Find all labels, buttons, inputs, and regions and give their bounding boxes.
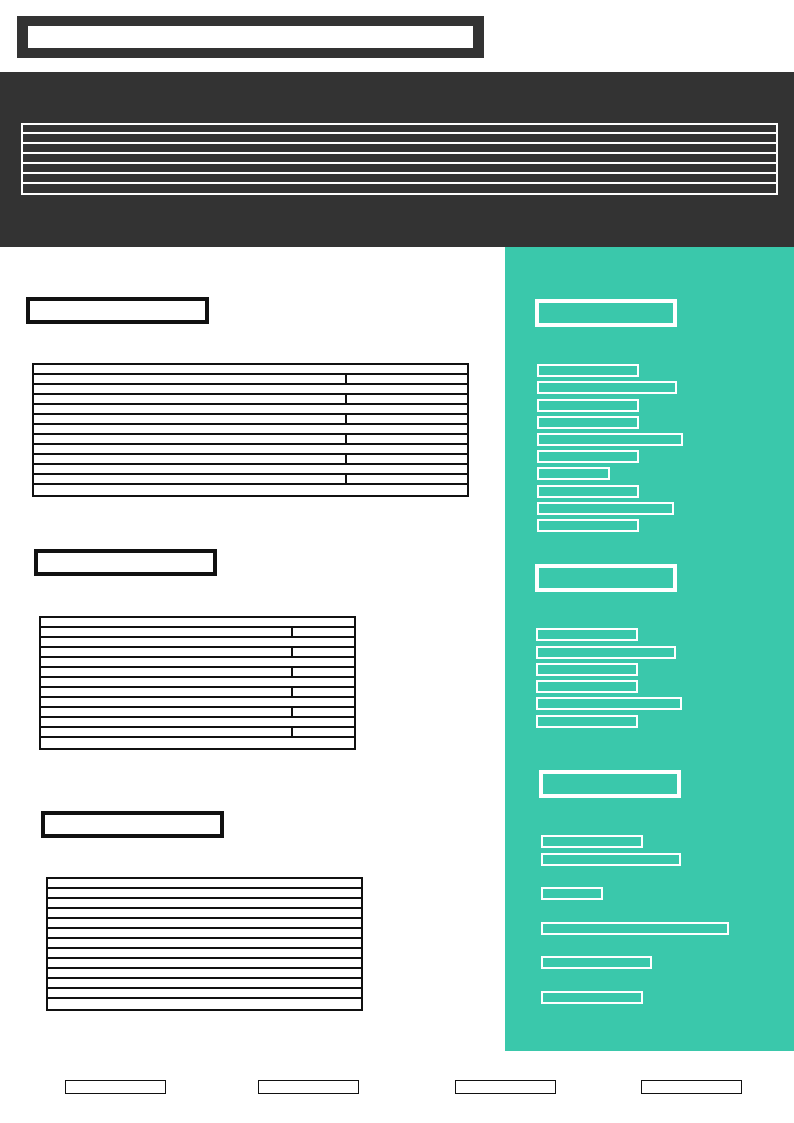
- sidebar-list-item: [537, 399, 639, 412]
- list-item: [32, 483, 469, 497]
- sidebar-list-item: [537, 416, 639, 429]
- section-heading-1: [26, 297, 209, 324]
- section-3-rows: [46, 877, 363, 1011]
- list-item: [32, 433, 469, 445]
- column-divider: [291, 646, 293, 658]
- column-divider: [345, 433, 347, 445]
- sidebar-list-item: [536, 628, 638, 641]
- list-item: [32, 453, 469, 465]
- list-item: [32, 373, 469, 385]
- column-divider: [291, 686, 293, 698]
- sidebar-list-item: [536, 680, 638, 693]
- footer-item: [258, 1080, 359, 1094]
- column-divider: [291, 626, 293, 638]
- sidebar-list-item: [536, 646, 676, 659]
- sidebar-heading-3: [539, 770, 681, 798]
- sidebar-list-item: [536, 697, 682, 710]
- sidebar-list-item: [536, 663, 638, 676]
- sidebar-list-item: [537, 519, 639, 532]
- column-divider: [291, 726, 293, 738]
- sidebar-list-item: [537, 502, 674, 515]
- summary-line: [21, 193, 778, 195]
- sidebar-list-item: [541, 853, 681, 866]
- sidebar-list-item: [541, 956, 652, 969]
- summary-edge-right: [776, 123, 778, 195]
- column-divider: [345, 453, 347, 465]
- sidebar-list-item: [536, 715, 638, 728]
- list-item: [32, 413, 469, 425]
- summary-line: [21, 123, 778, 125]
- footer-item: [641, 1080, 742, 1094]
- column-divider: [345, 413, 347, 425]
- summary-line: [21, 132, 778, 134]
- section-heading-3: [41, 811, 224, 838]
- column-divider: [345, 473, 347, 485]
- sidebar-list-item: [537, 381, 677, 394]
- sidebar-list-item: [541, 922, 729, 935]
- sidebar-list-item: [537, 450, 639, 463]
- section-heading-2: [34, 549, 217, 576]
- list-item: [32, 473, 469, 485]
- section-2-rows: [39, 616, 356, 750]
- footer-item: [455, 1080, 556, 1094]
- column-divider: [345, 373, 347, 385]
- sidebar-list-item: [537, 364, 639, 377]
- name-placeholder: [28, 26, 473, 48]
- summary-edge-left: [21, 123, 23, 195]
- sidebar-heading-1: [535, 299, 677, 327]
- list-item: [32, 393, 469, 405]
- column-divider: [345, 393, 347, 405]
- section-1-rows: [32, 363, 469, 497]
- header-band: [0, 72, 794, 247]
- sidebar-list-item: [541, 991, 643, 1004]
- summary-line: [21, 152, 778, 154]
- name-placeholder-frame: [17, 16, 484, 58]
- sidebar-list-item: [541, 835, 643, 848]
- sidebar-list-item: [537, 433, 683, 446]
- sidebar-heading-2: [535, 564, 677, 592]
- summary-line: [21, 182, 778, 184]
- list-item: [46, 997, 363, 1011]
- sidebar-list-item: [537, 485, 639, 498]
- summary-line: [21, 172, 778, 174]
- column-divider: [291, 666, 293, 678]
- summary-line: [21, 142, 778, 144]
- column-divider: [291, 706, 293, 718]
- sidebar-list-item: [537, 467, 610, 480]
- footer-item: [65, 1080, 166, 1094]
- list-item: [39, 736, 356, 750]
- summary-line: [21, 162, 778, 164]
- sidebar-list-item: [541, 887, 603, 900]
